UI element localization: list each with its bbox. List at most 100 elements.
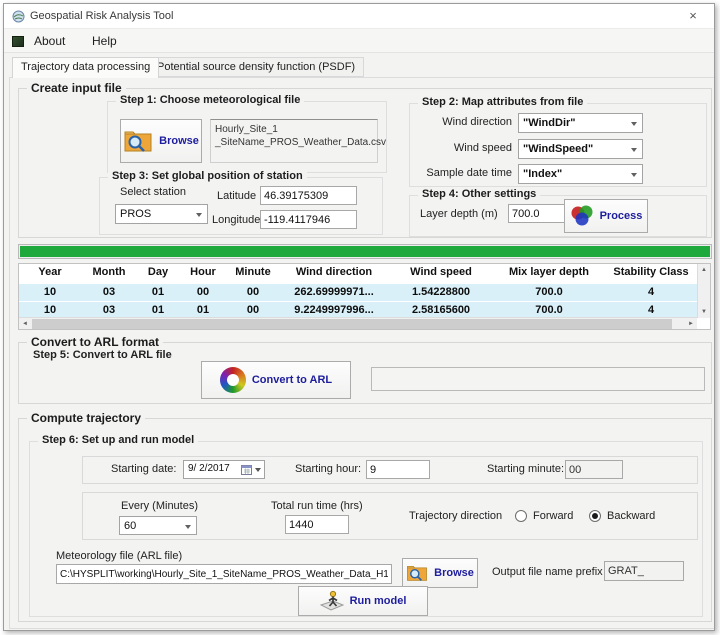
col-wind-direction[interactable]: Wind direction xyxy=(279,264,389,282)
every-minutes-value: 60 xyxy=(124,520,136,532)
convert-arl-title: Convert to ARL format xyxy=(27,335,163,349)
step4-group: Step 4: Other settings Layer depth (m) P… xyxy=(409,195,707,237)
station-value: PROS xyxy=(120,208,151,220)
scroll-up-icon[interactable] xyxy=(701,267,707,273)
scroll-right-icon[interactable] xyxy=(688,321,694,327)
met-file-label: Meteorology file (ARL file) xyxy=(56,550,182,562)
col-year[interactable]: Year xyxy=(19,264,81,282)
col-hour[interactable]: Hour xyxy=(179,264,227,282)
rgb-circles-icon xyxy=(570,205,594,227)
process-button[interactable]: Process xyxy=(564,199,648,233)
col-day[interactable]: Day xyxy=(137,264,179,282)
every-minutes-select[interactable]: 60 xyxy=(119,516,197,535)
step4-title: Step 4: Other settings xyxy=(418,188,540,200)
step2-title: Step 2: Map attributes from file xyxy=(418,96,587,108)
starting-hour-label: Starting hour: xyxy=(295,463,361,475)
app-icon xyxy=(12,10,25,23)
forward-label: Forward xyxy=(533,510,573,522)
step5-title: Step 5: Convert to ARL file xyxy=(33,349,172,361)
col-month[interactable]: Month xyxy=(81,264,137,282)
cell: 262.69999971... xyxy=(279,284,389,301)
cell: 700.0 xyxy=(493,284,605,301)
step6-group: Step 6: Set up and run model Starting da… xyxy=(29,441,703,617)
col-stability-class[interactable]: Stability Class xyxy=(605,264,697,282)
close-icon[interactable]: × xyxy=(682,7,704,25)
step1-title: Step 1: Choose meteorological file xyxy=(116,94,304,106)
cell: 03 xyxy=(81,284,137,301)
browse-met-file-button[interactable]: Browse xyxy=(120,119,202,163)
hscroll-thumb[interactable] xyxy=(32,319,672,329)
scroll-left-icon[interactable] xyxy=(22,321,28,327)
folder-search-icon xyxy=(123,129,153,153)
total-run-time-field[interactable] xyxy=(285,515,349,534)
step1-group: Step 1: Choose meteorological file Brows… xyxy=(107,101,387,173)
layer-depth-field[interactable] xyxy=(508,204,566,223)
color-wheel-icon xyxy=(220,367,246,393)
wind-speed-select[interactable]: "WindSpeed" xyxy=(518,139,643,159)
selected-file-label: Hourly_Site_1 _SiteName_PROS_Weather_Dat… xyxy=(210,119,378,163)
latitude-label: Latitude xyxy=(217,190,256,202)
main-progress-fill xyxy=(20,246,710,257)
wind-speed-label: Wind speed xyxy=(410,142,512,154)
col-minute[interactable]: Minute xyxy=(227,264,279,282)
selected-file-line2: _SiteName_PROS_Weather_Data.csv xyxy=(215,136,373,149)
tab-trajectory-data-processing[interactable]: Trajectory data processing xyxy=(12,57,159,78)
runner-icon xyxy=(320,590,344,612)
sample-date-time-select[interactable]: "Index" xyxy=(518,164,643,184)
output-prefix-field[interactable] xyxy=(604,561,684,581)
starting-minute-field[interactable] xyxy=(565,460,623,479)
step2-group: Step 2: Map attributes from file Wind di… xyxy=(409,103,707,187)
wind-direction-select[interactable]: "WindDir" xyxy=(518,113,643,133)
latitude-field[interactable] xyxy=(260,186,357,205)
station-select[interactable]: PROS xyxy=(115,204,208,224)
menu-bar: About Help xyxy=(4,29,714,53)
title-bar: Geospatial Risk Analysis Tool × xyxy=(4,4,714,29)
every-minutes-label: Every (Minutes) xyxy=(121,500,198,512)
browse-arl-button[interactable]: Browse xyxy=(402,558,478,588)
trajectory-direction-label: Trajectory direction xyxy=(409,510,502,522)
compute-trajectory-title: Compute trajectory xyxy=(27,411,145,425)
run-model-button[interactable]: Run model xyxy=(298,586,428,616)
longitude-label: Longitude xyxy=(212,214,260,226)
horizontal-scrollbar[interactable] xyxy=(19,317,697,329)
convert-progress-bar xyxy=(371,367,705,391)
menu-about[interactable]: About xyxy=(28,32,71,50)
app-window: Geospatial Risk Analysis Tool × About He… xyxy=(3,3,715,631)
table-row[interactable]: 10 03 01 00 00 262.69999971... 1.5422880… xyxy=(19,283,697,301)
wind-direction-label: Wind direction xyxy=(410,116,512,128)
scroll-down-icon[interactable] xyxy=(701,309,707,315)
step6-title: Step 6: Set up and run model xyxy=(38,434,198,446)
output-prefix-label: Output file name prefix xyxy=(492,566,603,578)
starting-hour-field[interactable] xyxy=(366,460,430,479)
col-mix-layer-depth[interactable]: Mix layer depth xyxy=(493,264,605,282)
calendar-icon xyxy=(241,464,252,475)
backward-radio[interactable] xyxy=(589,510,601,522)
compute-trajectory-group: Compute trajectory Step 6: Set up and ru… xyxy=(18,418,712,622)
folder-search-icon xyxy=(406,564,428,582)
create-input-group: Create input file Step 1: Choose meteoro… xyxy=(18,88,712,238)
menu-help[interactable]: Help xyxy=(86,32,123,50)
col-wind-speed[interactable]: Wind speed xyxy=(389,264,493,282)
vertical-scrollbar[interactable] xyxy=(697,264,710,318)
cell: 1.54228800 xyxy=(389,284,493,301)
layer-depth-label: Layer depth (m) xyxy=(420,208,498,220)
convert-to-arl-button[interactable]: Convert to ARL xyxy=(201,361,351,399)
tab-psdf[interactable]: Potential source density function (PSDF) xyxy=(148,57,364,77)
table-header-row: Year Month Day Hour Minute Wind directio… xyxy=(19,264,697,282)
cell: 10 xyxy=(19,284,81,301)
browse-met-file-label: Browse xyxy=(159,135,199,147)
longitude-field[interactable] xyxy=(260,210,357,229)
date-dropdown-icon[interactable] xyxy=(255,468,261,475)
starting-date-label: Starting date: xyxy=(111,463,176,475)
forward-radio[interactable] xyxy=(515,510,527,522)
met-file-field[interactable] xyxy=(56,564,392,584)
selected-file-line1: Hourly_Site_1 xyxy=(215,123,373,136)
cell: 00 xyxy=(227,284,279,301)
starting-date-picker[interactable]: 9/ 2/2017 xyxy=(183,460,265,479)
sample-date-time-label: Sample date time xyxy=(410,167,512,179)
process-label: Process xyxy=(600,210,643,222)
convert-to-arl-label: Convert to ARL xyxy=(252,374,332,386)
window-title: Geospatial Risk Analysis Tool xyxy=(30,10,173,22)
starting-date-value: 9/ 2/2017 xyxy=(188,463,230,474)
wind-speed-value: "WindSpeed" xyxy=(523,143,593,155)
